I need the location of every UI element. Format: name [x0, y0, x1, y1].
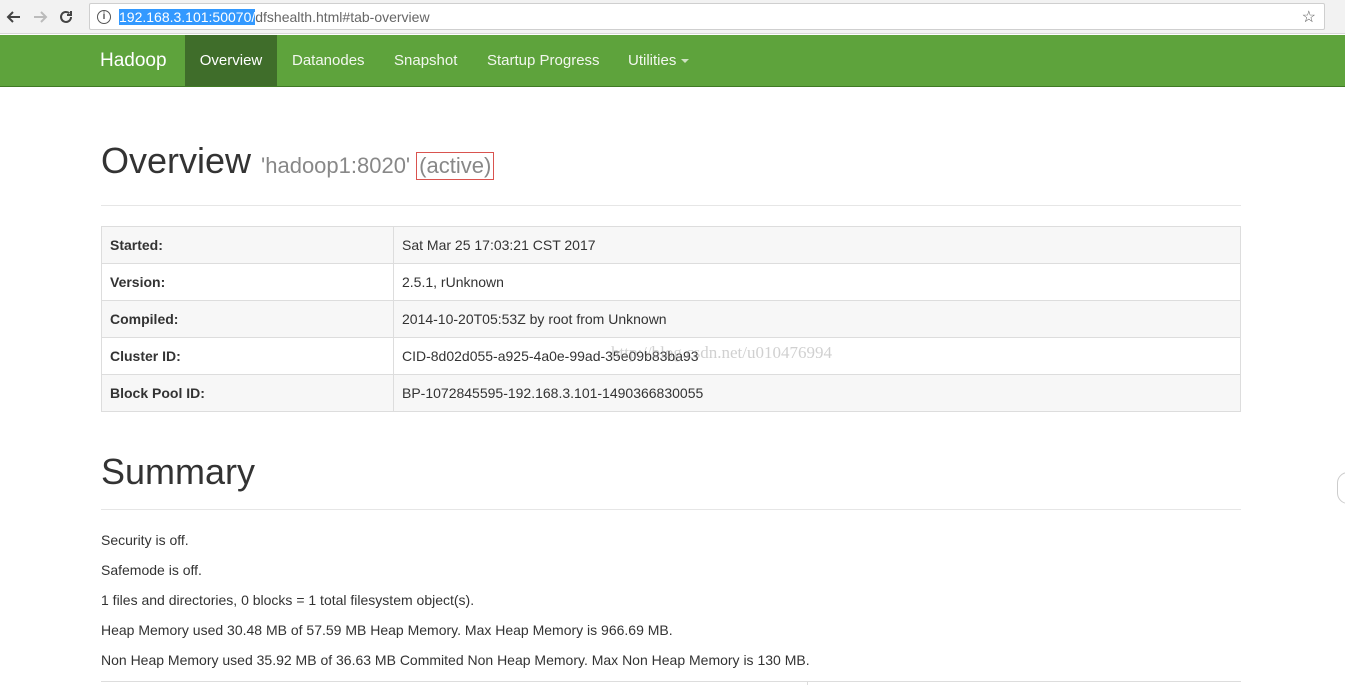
forward-arrow-icon[interactable] [27, 4, 53, 30]
summary-line: Heap Memory used 30.48 MB of 57.59 MB He… [101, 622, 673, 638]
row-key: Started: [101, 226, 394, 264]
summary-title: Summary [101, 451, 256, 492]
tab-snapshot[interactable]: Snapshot [394, 35, 457, 86]
summary-line: 1 files and directories, 0 blocks = 1 to… [101, 592, 475, 608]
divider [101, 205, 1241, 206]
table-row: Compiled: 2014-10-20T05:53Z by root from … [101, 300, 1241, 338]
row-key: Compiled: [101, 300, 394, 338]
info-icon[interactable]: i [97, 9, 111, 24]
tab-label: Datanodes [292, 52, 365, 69]
bookmark-star-icon[interactable]: ☆ [1302, 7, 1316, 27]
overview-table: Started: Sat Mar 25 17:03:21 CST 2017 Ver… [101, 226, 1241, 412]
row-key: Version: [101, 263, 394, 301]
tab-datanodes[interactable]: Datanodes [292, 35, 365, 86]
url-selected: 192.168.3.101:50070/ [119, 8, 256, 25]
tab-label: Snapshot [394, 52, 458, 69]
namenode-state: (active) [416, 152, 495, 180]
tab-utilities[interactable]: Utilities [628, 35, 690, 86]
row-key: Block Pool ID: [101, 374, 394, 412]
tab-overview[interactable]: Overview [185, 35, 277, 86]
back-arrow-icon[interactable] [1, 4, 27, 30]
row-value: 2.5.1, rUnknown [393, 263, 1241, 301]
summary-line: Non Heap Memory used 35.92 MB of 36.63 M… [101, 652, 810, 668]
table-row: Started: Sat Mar 25 17:03:21 CST 2017 [101, 226, 1241, 264]
summary-line: Safemode is off. [101, 562, 202, 578]
tab-label: Utilities [628, 52, 677, 69]
table-edge [807, 681, 808, 685]
table-row: Block Pool ID: BP-1072845595-192.168.3.10… [101, 374, 1241, 412]
namenode-host: 'hadoop1:8020' [261, 153, 411, 178]
table-edge [101, 681, 1241, 682]
side-scroll-handle[interactable] [1337, 472, 1345, 504]
browser-toolbar: i 192.168.3.101:50070/dfshealth.html#tab… [0, 0, 1345, 34]
row-key: Cluster ID: [101, 337, 394, 375]
url-text[interactable]: 192.168.3.101:50070/dfshealth.html#tab-o… [119, 8, 430, 25]
brand-logo[interactable]: Hadoop [100, 50, 167, 72]
table-row: Version: 2.5.1, rUnknown [101, 263, 1241, 301]
overview-header: Overview 'hadoop1:8020' (active) [101, 140, 1241, 192]
row-value: 2014-10-20T05:53Z by root from Unknown [393, 300, 1241, 338]
watermark: http://blog.csdn.net/u010476994 [611, 343, 832, 362]
navbar: Hadoop Overview Datanodes Snapshot Start… [0, 35, 1345, 87]
summary-line: Security is off. [101, 532, 189, 548]
tab-startup-progress[interactable]: Startup Progress [487, 35, 600, 86]
tab-label: Overview [199, 52, 263, 69]
dropdown-caret-icon [681, 59, 690, 64]
tab-label: Startup Progress [487, 52, 600, 69]
reload-icon[interactable] [53, 4, 79, 30]
divider [101, 509, 1241, 510]
row-value: BP-1072845595-192.168.3.101-149036683005… [393, 374, 1241, 412]
url-path: dfshealth.html#tab-overview [255, 8, 430, 25]
address-bar[interactable]: i 192.168.3.101:50070/dfshealth.html#tab… [89, 3, 1325, 30]
row-value: Sat Mar 25 17:03:21 CST 2017 [393, 226, 1241, 264]
page-title: Overview [101, 140, 252, 181]
main-content: Overview 'hadoop1:8020' (active) Started… [101, 140, 1241, 685]
